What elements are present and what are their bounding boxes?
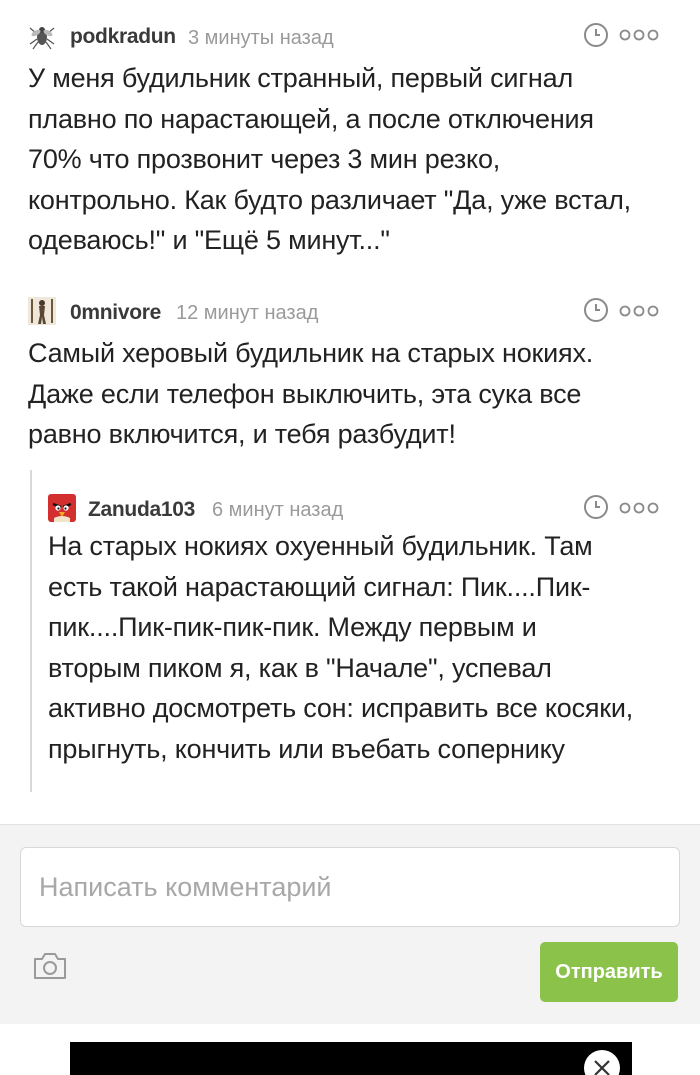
send-button[interactable]: Отправить xyxy=(540,942,678,1002)
comment-line: Самый херовый будильник на старых нокиях… xyxy=(28,338,594,368)
comment-line: одеваюсь!" и "Ещё 5 минут..." xyxy=(28,225,390,255)
comment-composer: Отправить xyxy=(0,824,700,1024)
clock-icon[interactable] xyxy=(583,297,609,323)
more-icon[interactable] xyxy=(619,28,659,42)
comment-line: есть такой нарастающий сигнал: Пик....Пи… xyxy=(48,571,591,602)
comment-line: У меня будильник странный, первый сигнал xyxy=(28,63,574,93)
ad-banner[interactable] xyxy=(70,1042,632,1075)
comment-line: 70% что прозвонит через 3 мин резко, xyxy=(28,144,501,174)
comment-line: равно включится, и тебя разбудит! xyxy=(28,419,456,449)
comment-header: 0mnivore 12 минут назад xyxy=(0,297,700,327)
comment-line: пик....Пик-пик-пик-пик. Между первым и xyxy=(48,612,537,642)
comment-text: Самый херовый будильник на старых нокиях… xyxy=(28,333,593,455)
comment-username[interactable]: podkradun xyxy=(70,25,176,49)
comment-line: контрольно. Как будто различает "Да, уже… xyxy=(28,184,631,215)
comment-header: podkradun 3 минуты назад xyxy=(0,22,700,52)
fly-avatar[interactable] xyxy=(28,22,56,50)
comment-line: вторым пиком я, как в "Начале", успевал xyxy=(48,652,552,683)
camera-icon[interactable] xyxy=(32,951,68,981)
comment-line: Даже если телефон выключить, эта сука вс… xyxy=(28,378,582,409)
clock-icon[interactable] xyxy=(583,22,609,48)
angry-bird-avatar[interactable] xyxy=(48,494,76,522)
comment-header: Zanuda103 6 минут назад xyxy=(0,494,700,524)
comment-time: 3 минуты назад xyxy=(188,27,334,49)
comment-line: На старых нокиях охуенный будильник. Там xyxy=(48,531,593,561)
figure-avatar[interactable] xyxy=(28,297,56,325)
more-icon[interactable] xyxy=(619,501,659,515)
clock-icon[interactable] xyxy=(583,494,609,520)
comment-text: У меня будильник странный, первый сигнал… xyxy=(28,58,631,261)
comment-text: На старых нокиях охуенный будильник. Там… xyxy=(48,526,633,769)
comment-time: 6 минут назад xyxy=(212,499,344,521)
comment-line: прыгнуть, кончить или въебать сопернику xyxy=(48,733,565,764)
comment-line: активно досмотреть сон: исправить все ко… xyxy=(48,693,634,723)
more-icon[interactable] xyxy=(619,304,659,318)
comment-line: плавно по нарастающей, а после отключени… xyxy=(28,103,594,134)
comment-input[interactable] xyxy=(20,847,680,927)
comment-time: 12 минут назад xyxy=(176,302,319,324)
comment-username[interactable]: Zanuda103 xyxy=(88,498,195,522)
comment-username[interactable]: 0mnivore xyxy=(70,301,161,325)
